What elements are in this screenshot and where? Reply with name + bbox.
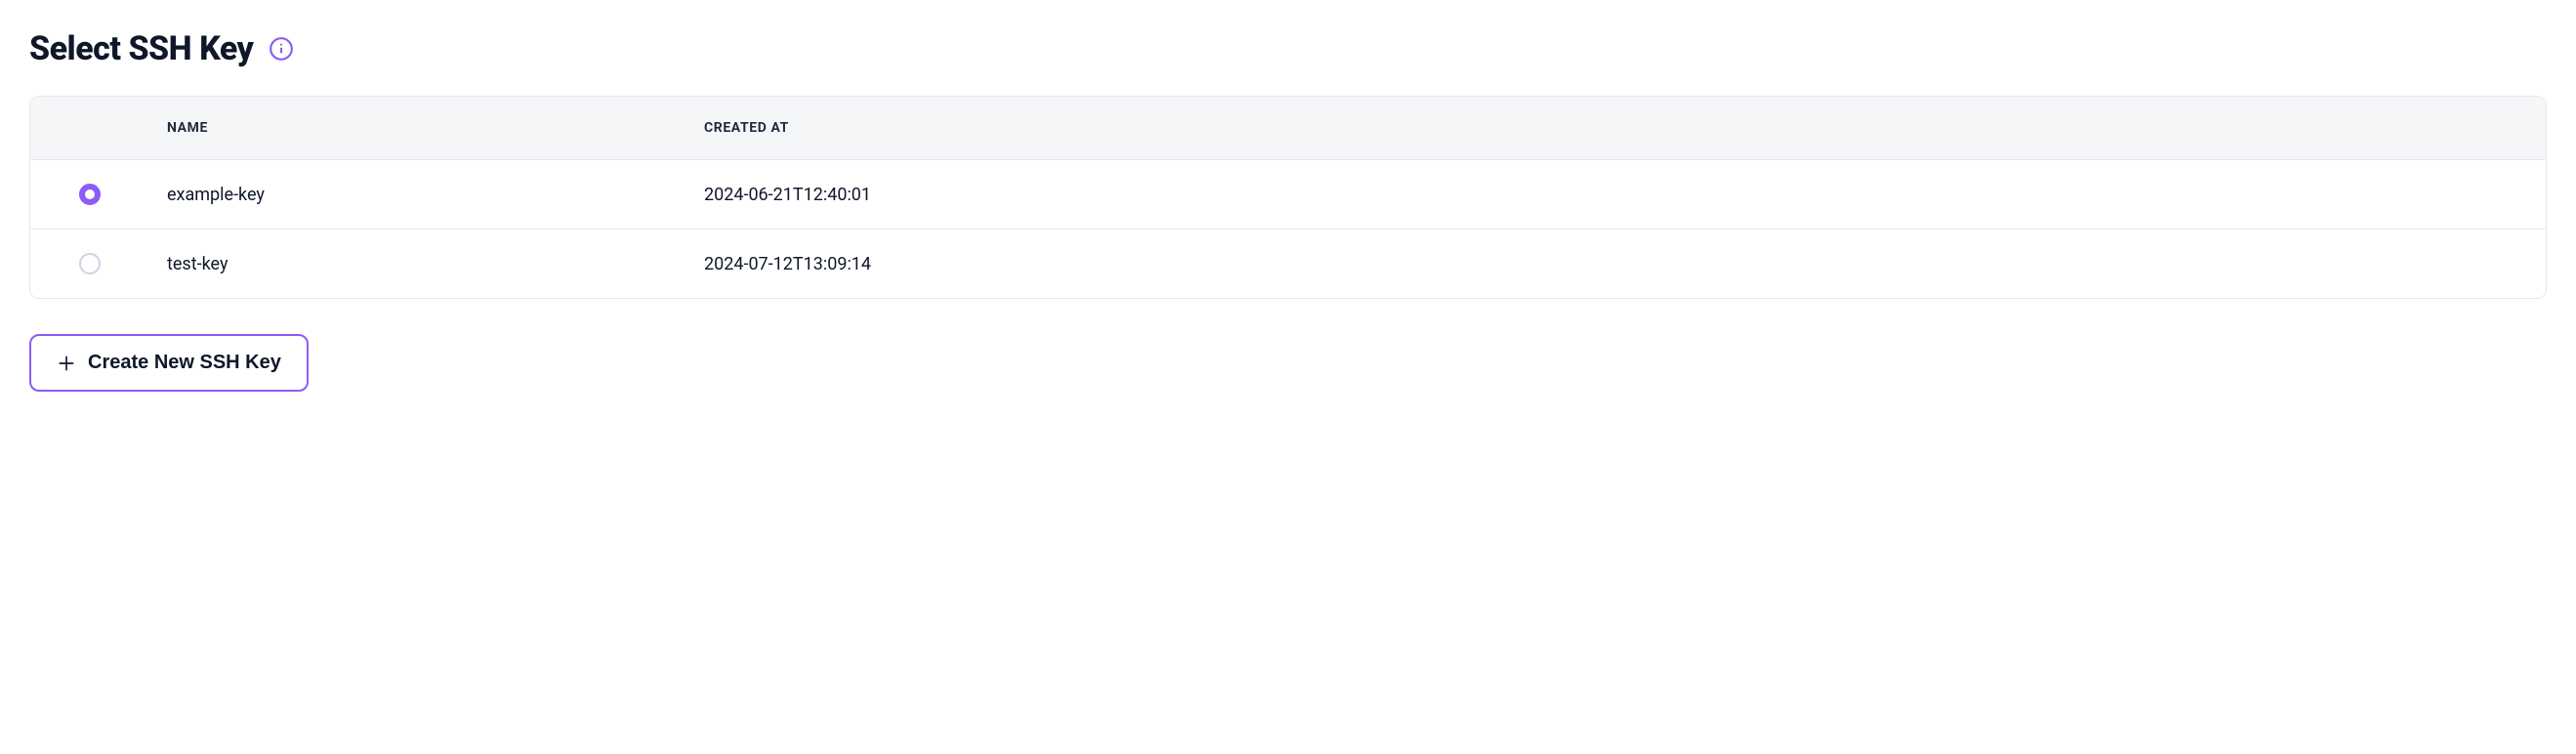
ssh-key-created-at: 2024-07-12T13:09:14 [704,254,871,274]
create-button-label: Create New SSH Key [88,352,281,374]
ssh-key-created-at: 2024-06-21T12:40:01 [704,185,871,205]
info-icon[interactable] [269,36,294,62]
ssh-key-name: example-key [167,185,265,205]
table-row[interactable]: example-key 2024-06-21T12:40:01 [30,160,2546,230]
column-header-name: Name [167,120,208,136]
radio-select[interactable] [79,253,101,274]
column-header-created-at: Created At [704,120,789,136]
page-title: Select SSH Key [29,29,253,68]
page-header: Select SSH Key [29,29,2547,68]
create-new-ssh-key-button[interactable]: Create New SSH Key [29,334,309,392]
radio-select[interactable] [79,184,101,205]
ssh-key-name: test-key [167,254,228,274]
table-row[interactable]: test-key 2024-07-12T13:09:14 [30,230,2546,298]
table-header-row: Name Created At [30,97,2546,160]
plus-icon [57,354,76,373]
ssh-key-table: Name Created At example-key 2024-06-21T1… [29,96,2547,299]
